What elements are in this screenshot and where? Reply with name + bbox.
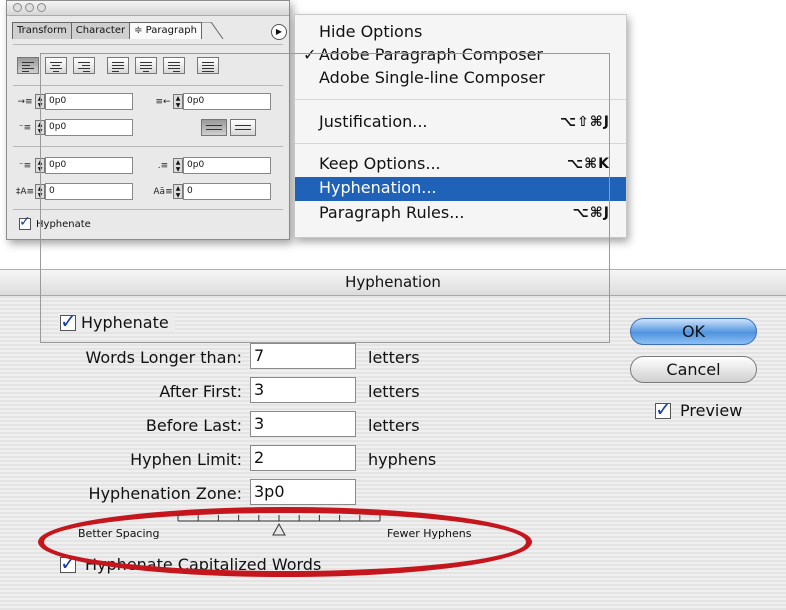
after-first-unit: letters: [368, 382, 420, 401]
hyphenate-group-box: [40, 53, 610, 343]
slider-left-label: Better Spacing: [78, 527, 160, 540]
ok-button[interactable]: OK: [630, 318, 757, 345]
slider-right-label: Fewer Hyphens: [387, 527, 472, 540]
drop-cap-lines-icon: ‡A≡: [15, 186, 35, 197]
hyphenate-label: Hyphenate: [81, 313, 169, 332]
hyphenation-zone-label: Hyphenation Zone:: [88, 484, 242, 503]
checkbox-icon[interactable]: ✓: [19, 214, 31, 230]
preview-checkbox[interactable]: ✓ Preview: [655, 397, 743, 421]
tab-character[interactable]: Character: [70, 22, 131, 39]
left-indent-icon: →≡: [17, 96, 33, 107]
tab-transform[interactable]: Transform: [12, 22, 72, 39]
checkbox-icon[interactable]: ✓: [60, 551, 77, 575]
before-last-unit: letters: [368, 416, 420, 435]
tab-paragraph[interactable]: ≑ Paragraph: [129, 22, 202, 39]
words-longer-input[interactable]: 7: [250, 343, 356, 369]
preview-label: Preview: [680, 401, 743, 420]
hyphenate-checkbox[interactable]: ✓ Hyphenate: [58, 309, 175, 333]
slider-ticks: [177, 515, 381, 521]
before-last-input[interactable]: 3: [250, 411, 356, 437]
close-dot-icon[interactable]: [13, 3, 22, 12]
after-first-label: After First:: [159, 382, 242, 401]
spacing-hyphens-slider[interactable]: [176, 512, 382, 538]
words-longer-row: Words Longer than:: [0, 345, 242, 371]
palette-tabs: Transform Character ≑ Paragraph: [12, 22, 229, 40]
cancel-button[interactable]: Cancel: [630, 356, 757, 383]
words-longer-unit: letters: [368, 348, 420, 367]
space-before-icon: ⁻≡: [18, 160, 32, 171]
divider: [13, 44, 283, 45]
hyphen-limit-input[interactable]: 2: [250, 445, 356, 471]
tab-edge-icon: [200, 22, 224, 39]
words-longer-label: Words Longer than:: [85, 348, 242, 367]
after-first-row: After First:: [0, 379, 242, 405]
after-first-input[interactable]: 3: [250, 377, 356, 403]
palette-titlebar[interactable]: [7, 1, 289, 16]
zoom-dot-icon[interactable]: [37, 3, 46, 12]
hyphenation-zone-row: Hyphenation Zone:: [0, 481, 242, 507]
checkbox-icon[interactable]: ✓: [60, 309, 77, 333]
align-left-button[interactable]: [17, 57, 39, 74]
hyphenate-capitalized-checkbox[interactable]: ✓ Hyphenate Capitalized Words: [60, 551, 322, 575]
hyphen-limit-label: Hyphen Limit:: [130, 450, 242, 469]
checkbox-icon[interactable]: ✓: [655, 397, 672, 421]
hyphenate-capitalized-label: Hyphenate Capitalized Words: [85, 555, 322, 574]
first-line-indent-icon: ⁻≡: [18, 122, 32, 133]
menu-item-hide-options[interactable]: Hide Options: [295, 21, 626, 43]
hyphenation-zone-input[interactable]: 3p0: [250, 479, 356, 505]
before-last-row: Before Last:: [0, 413, 242, 439]
hyphen-limit-unit: hyphens: [368, 450, 437, 469]
minimize-dot-icon[interactable]: [25, 3, 34, 12]
slider-thumb-icon[interactable]: [272, 522, 286, 536]
palette-menu-button[interactable]: ▶: [271, 24, 287, 40]
before-last-label: Before Last:: [145, 416, 242, 435]
hyphen-limit-row: Hyphen Limit:: [0, 447, 242, 473]
